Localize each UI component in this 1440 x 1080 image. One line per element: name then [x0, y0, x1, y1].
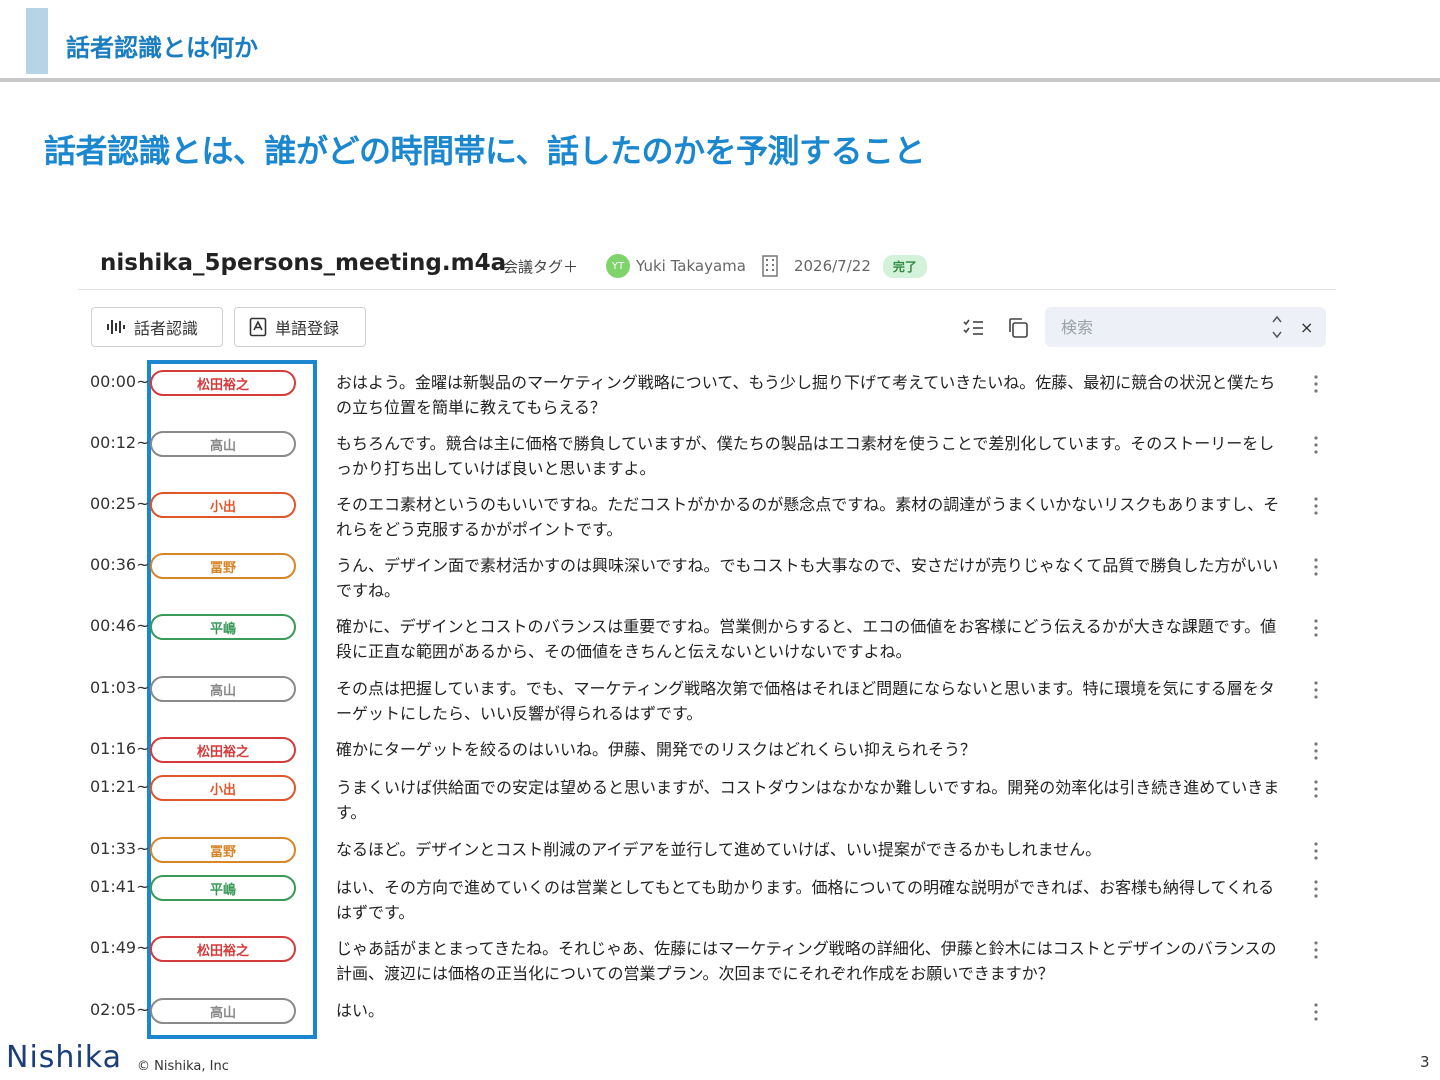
section-accent-bar	[26, 8, 48, 74]
speaker-chip[interactable]: 松田裕之	[150, 737, 296, 763]
search-input[interactable]	[1061, 317, 1261, 337]
header-divider	[0, 78, 1440, 82]
speaker-chip[interactable]: 松田裕之	[150, 370, 296, 396]
status-badge: 完了	[882, 254, 927, 278]
building-icon	[762, 255, 778, 277]
speaker-recognition-label: 話者認識	[134, 319, 199, 338]
utterance-text[interactable]: はい、その方向で進めていくのは営業としてもとても助かります。価格についての明確な…	[336, 875, 1286, 925]
utterance-text[interactable]: その点は把握しています。でも、マーケティング戦略次第で価格はそれほど問題にならな…	[336, 676, 1286, 726]
speaker-chip[interactable]: 松田裕之	[150, 936, 296, 962]
spinner-arrows-icon[interactable]	[1270, 313, 1284, 341]
meeting-date: 2026/7/22	[793, 257, 871, 275]
page-number: 3	[1420, 1053, 1430, 1071]
timestamp[interactable]: 00:46~	[90, 616, 150, 635]
timestamp[interactable]: 01:03~	[90, 678, 150, 697]
app-header-divider	[78, 289, 1336, 290]
close-icon[interactable]: ×	[1300, 318, 1313, 337]
utterance-text[interactable]: 確かにターゲットを絞るのはいいね。伊藤、開発でのリスクはどれくらい抑えられそう？	[336, 737, 1286, 762]
timestamp[interactable]: 00:00~	[90, 372, 150, 391]
more-options-icon[interactable]	[1308, 618, 1324, 638]
timestamp[interactable]: 01:33~	[90, 839, 150, 858]
slide-headline: 話者認識とは、誰がどの時間帯に、話したのかを予測すること	[44, 132, 926, 170]
timestamp[interactable]: 00:12~	[90, 433, 150, 452]
timestamp[interactable]: 00:25~	[90, 494, 150, 513]
speaker-chip[interactable]: 高山	[150, 998, 296, 1024]
more-options-icon[interactable]	[1308, 741, 1324, 761]
speaker-chip[interactable]: 平嶋	[150, 875, 296, 901]
utterance-text[interactable]: 確かに、デザインとコストのバランスは重要ですね。営業側からすると、エコの価値をお…	[336, 614, 1286, 664]
timestamp[interactable]: 01:16~	[90, 739, 150, 758]
utterance-text[interactable]: そのエコ素材というのもいいですね。ただコストがかかるのが懸念点ですね。素材の調達…	[336, 492, 1286, 542]
more-options-icon[interactable]	[1308, 940, 1324, 960]
section-title: 話者認識とは何か	[66, 34, 258, 62]
meeting-tag-button[interactable]: 会議タグ＋	[503, 256, 578, 277]
more-options-icon[interactable]	[1308, 680, 1324, 700]
copyright-text: © Nishika, Inc	[137, 1059, 229, 1074]
speaker-chip[interactable]: 冨野	[150, 553, 296, 579]
utterance-text[interactable]: なるほど。デザインとコスト削減のアイデアを並行して進めていけば、いい提案ができる…	[336, 837, 1286, 862]
speaker-chip[interactable]: 小出	[150, 775, 296, 801]
utterance-text[interactable]: もちろんです。競合は主に価格で勝負していますが、僕たちの製品はエコ素材を使うこと…	[336, 431, 1286, 481]
speaker-recognition-button[interactable]: 話者認識	[91, 307, 223, 347]
utterance-text[interactable]: うん、デザイン面で素材活かすのは興味深いですね。でもコストも大事なので、安さだけ…	[336, 553, 1286, 603]
timestamp[interactable]: 01:49~	[90, 938, 150, 957]
more-options-icon[interactable]	[1308, 1002, 1324, 1022]
speaker-chip[interactable]: 平嶋	[150, 614, 296, 640]
more-options-icon[interactable]	[1308, 374, 1324, 394]
speaker-chip[interactable]: 高山	[150, 431, 296, 457]
waveform-icon	[107, 320, 125, 334]
word-register-button[interactable]: 単語登録	[234, 307, 366, 347]
more-options-icon[interactable]	[1308, 496, 1324, 516]
more-options-icon[interactable]	[1308, 841, 1324, 861]
copy-icon[interactable]	[1006, 316, 1030, 340]
more-options-icon[interactable]	[1308, 435, 1324, 455]
dictionary-icon	[249, 317, 267, 337]
meeting-meta-bar: 会議タグ＋ YT Yuki Takayama 2026/7/22 完了	[503, 252, 927, 280]
file-name-title: nishika_5persons_meeting.m4a	[100, 250, 507, 276]
more-options-icon[interactable]	[1308, 557, 1324, 577]
word-register-label: 単語登録	[275, 319, 340, 338]
company-logo: Nishika	[6, 1040, 122, 1075]
speaker-chip[interactable]: 高山	[150, 676, 296, 702]
timestamp[interactable]: 01:41~	[90, 877, 150, 896]
speaker-chip[interactable]: 小出	[150, 492, 296, 518]
utterance-text[interactable]: うまくいけば供給面での安定は望めると思いますが、コストダウンはなかなか難しいです…	[336, 775, 1286, 825]
user-name: Yuki Takayama	[636, 257, 746, 275]
user-avatar: YT	[606, 254, 631, 278]
timestamp[interactable]: 00:36~	[90, 555, 150, 574]
speaker-chip[interactable]: 冨野	[150, 837, 296, 863]
more-options-icon[interactable]	[1308, 779, 1324, 799]
checklist-icon[interactable]	[962, 316, 986, 340]
more-options-icon[interactable]	[1308, 879, 1324, 899]
timestamp[interactable]: 02:05~	[90, 1000, 150, 1019]
utterance-text[interactable]: じゃあ話がまとまってきたね。それじゃあ、佐藤にはマーケティング戦略の詳細化、伊藤…	[336, 936, 1286, 986]
utterance-text[interactable]: おはよう。金曜は新製品のマーケティング戦略について、もう少し掘り下げて考えていき…	[336, 370, 1286, 420]
utterance-text[interactable]: はい。	[336, 998, 1286, 1023]
timestamp[interactable]: 01:21~	[90, 777, 150, 796]
